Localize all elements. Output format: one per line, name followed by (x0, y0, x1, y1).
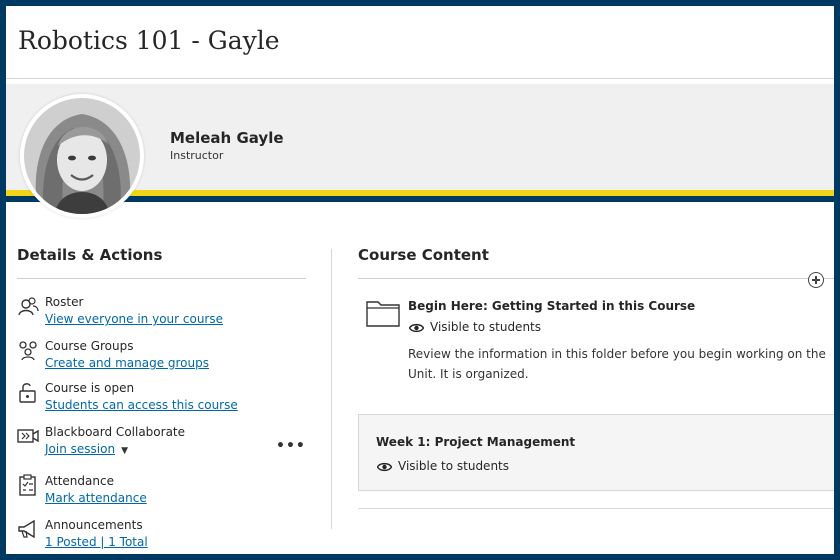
eye-icon (409, 323, 424, 332)
content-visibility-label: Visible to students (430, 320, 541, 334)
collaborate-label: Blackboard Collaborate (45, 425, 186, 439)
manage-groups-link[interactable]: Create and manage groups (45, 356, 209, 370)
banner-navy-stripe (6, 196, 834, 202)
content-visibility-toggle[interactable]: Visible to students (409, 320, 541, 334)
mark-attendance-link[interactable]: Mark attendance (45, 491, 147, 505)
announcements-link[interactable]: 1 Posted | 1 Total (45, 535, 148, 549)
course-title-bar: Robotics 101 - Gayle (6, 6, 834, 79)
week1-title[interactable]: Week 1: Project Management (376, 435, 575, 449)
week1-visibility-toggle[interactable]: Visible to students (377, 459, 509, 473)
course-content-divider (358, 278, 834, 279)
content-item-description: Review the information in this folder be… (408, 347, 826, 381)
course-access-link[interactable]: Students can access this course (45, 398, 238, 412)
groups-icon (19, 341, 37, 361)
more-options-button[interactable]: ••• (276, 438, 306, 454)
caret-down-icon: ▼ (121, 446, 128, 456)
join-session-text: Join session (45, 442, 116, 456)
roster-icon (18, 297, 39, 316)
details-item-groups: Course Groups Create and manage groups (17, 339, 317, 375)
course-page: Robotics 101 - Gayle Meleah Gayle Instru… (6, 6, 834, 554)
details-divider (17, 278, 306, 279)
details-item-course-open: Course is open Students can access this … (17, 381, 317, 417)
unlock-icon (19, 383, 36, 403)
week1-visibility-label: Visible to students (398, 459, 509, 473)
content-bottom-divider (358, 508, 834, 509)
course-title: Robotics 101 - Gayle (18, 26, 280, 55)
attendance-icon (19, 474, 36, 496)
eye-icon (377, 462, 392, 471)
details-item-roster: Roster View everyone in your course (17, 295, 317, 331)
details-item-announcements: Announcements 1 Posted | 1 Total (17, 518, 317, 554)
details-item-collaborate: Blackboard Collaborate Join session ▼ (17, 425, 317, 461)
details-item-attendance: Attendance Mark attendance (17, 474, 317, 510)
announcements-label: Announcements (45, 518, 143, 532)
instructor-name[interactable]: Meleah Gayle (170, 129, 284, 147)
course-content-heading: Course Content (358, 246, 489, 264)
view-roster-link[interactable]: View everyone in your course (45, 312, 223, 326)
collaborate-icon (17, 429, 39, 443)
content-item-week1[interactable]: Week 1: Project Management Visible to st… (358, 414, 834, 491)
instructor-role: Instructor (170, 149, 224, 162)
column-separator (331, 249, 332, 529)
course-open-label: Course is open (45, 381, 135, 395)
megaphone-icon (18, 519, 35, 539)
attendance-label: Attendance (45, 474, 114, 488)
details-actions-heading: Details & Actions (17, 246, 163, 264)
join-session-link[interactable]: Join session ▼ (45, 442, 128, 456)
folder-icon (366, 301, 400, 327)
add-content-button[interactable] (808, 272, 824, 288)
roster-label: Roster (45, 295, 84, 309)
content-item-title[interactable]: Begin Here: Getting Started in this Cour… (408, 299, 695, 313)
groups-label: Course Groups (45, 339, 134, 353)
instructor-avatar[interactable] (24, 98, 140, 214)
